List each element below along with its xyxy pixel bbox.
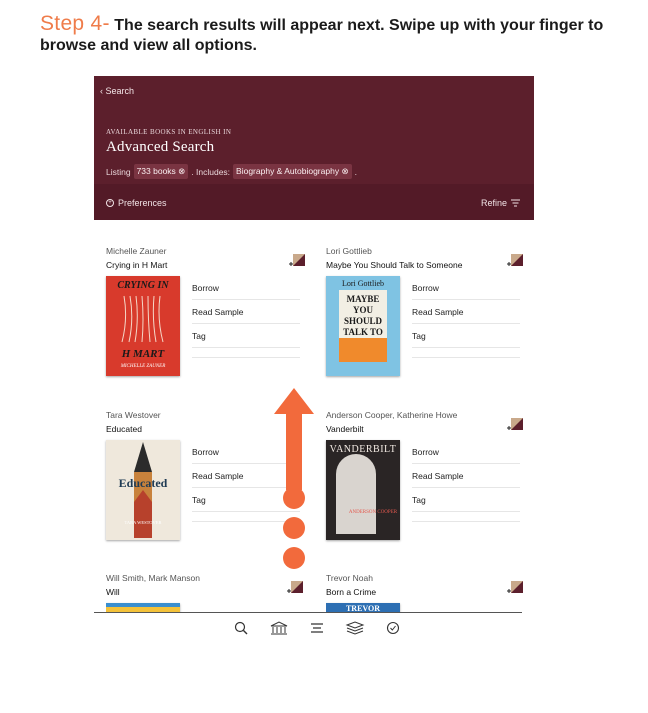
tab-search[interactable] [222, 618, 260, 638]
tag-button[interactable]: Tag [412, 324, 520, 348]
filter-icon [511, 199, 520, 207]
tab-library[interactable] [260, 618, 298, 638]
tab-shelf[interactable] [336, 618, 374, 638]
cover-art [121, 295, 164, 343]
back-button[interactable]: ‹ Search [100, 86, 134, 96]
tab-activity[interactable] [374, 618, 412, 638]
step-text: The search results will appear next. Swi… [40, 17, 604, 54]
book-title: Will [106, 587, 120, 597]
add-tag-icon[interactable] [288, 254, 306, 268]
divider [412, 348, 520, 358]
book-title: Born a Crime [326, 587, 377, 597]
cover-art-orange [339, 338, 387, 362]
tabbar-divider [94, 612, 522, 613]
add-tag-icon[interactable] [506, 254, 524, 268]
tag-button[interactable]: Tag [412, 488, 520, 512]
tag-button[interactable]: Tag [192, 324, 300, 348]
refine-button[interactable]: Refine [481, 198, 520, 208]
bottom-tab-bar [222, 618, 412, 638]
plus-circle-icon: + [106, 199, 114, 207]
shelf-icon [345, 621, 365, 635]
listing-line: Listing 733 books ⊗ . Includes: Biograph… [106, 164, 357, 179]
cover-title: Educated [118, 476, 168, 490]
divider [192, 348, 300, 358]
tab-menu[interactable] [298, 618, 336, 638]
count-chip[interactable]: 733 books ⊗ [133, 164, 189, 179]
library-icon [270, 621, 288, 635]
cover-art [106, 603, 180, 607]
book-cover[interactable]: Lori Gottlieb MAYBE YOU SHOULD TALK TO S… [326, 276, 400, 376]
book-card[interactable]: Trevor Noah Born a Crime TREVOR [326, 573, 526, 613]
add-tag-icon[interactable] [506, 581, 524, 595]
book-title: Crying in H Mart [106, 260, 168, 270]
header-subtitle: AVAILABLE BOOKS IN ENGLISH IN [106, 128, 232, 136]
book-author: Will Smith, Mark Manson [106, 573, 200, 583]
book-author: Michelle Zauner [106, 246, 167, 256]
cover-author: MICHELLE ZAUNER [120, 364, 166, 369]
book-cover[interactable]: Educated TARA WESTOVER [106, 440, 180, 540]
cover-author: Lori Gottlieb [342, 279, 384, 288]
cover-author: TARA WESTOVER [124, 520, 162, 525]
book-author: Anderson Cooper, Katherine Howe [326, 410, 458, 420]
book-cover[interactable]: CRYING IN H MART MICHELLE ZAUNER [106, 276, 180, 376]
includes-label: . Includes: [191, 166, 231, 177]
book-card[interactable]: Lori Gottlieb Maybe You Should Talk to S… [326, 246, 526, 396]
page-title: Advanced Search [106, 139, 215, 155]
subject-chip[interactable]: Biography & Autobiography ⊗ [233, 164, 352, 179]
divider [412, 512, 520, 522]
cover-author: ANDERSON COOPER [348, 510, 398, 515]
book-title: Educated [106, 424, 142, 434]
read-sample-button[interactable]: Read Sample [412, 464, 520, 488]
book-title: Maybe You Should Talk to Someone [326, 260, 463, 270]
borrow-button[interactable]: Borrow [192, 276, 300, 300]
activity-icon [386, 621, 400, 635]
swipe-up-arrow-icon [274, 388, 314, 569]
preferences-button[interactable]: + Preferences [106, 198, 167, 208]
book-author: Tara Westover [106, 410, 161, 420]
cover-title-2: H MART [121, 348, 165, 360]
listing-prefix: Listing [106, 166, 131, 177]
book-author: Lori Gottlieb [326, 246, 372, 256]
book-card[interactable]: Michelle Zauner Crying in H Mart CRYING … [106, 246, 306, 396]
book-card[interactable]: Anderson Cooper, Katherine Howe Vanderbi… [326, 410, 526, 560]
menu-icon [311, 623, 323, 633]
search-header: ‹ Search AVAILABLE BOOKS IN ENGLISH IN A… [94, 76, 534, 220]
book-actions: Borrow Read Sample Tag [412, 276, 520, 358]
read-sample-button[interactable]: Read Sample [192, 300, 300, 324]
preferences-label: Preferences [118, 198, 167, 208]
step-label: Step 4- [40, 12, 110, 35]
book-cover[interactable]: VANDERBILT ANDERSON COOPER [326, 440, 400, 540]
add-tag-icon[interactable] [506, 418, 524, 432]
book-card[interactable]: Will Smith, Mark Manson Will [106, 573, 306, 613]
cover-title: CRYING IN [117, 280, 169, 291]
count-label: 733 books [136, 166, 176, 176]
back-label: Search [105, 86, 135, 96]
search-icon [234, 621, 248, 635]
borrow-button[interactable]: Borrow [412, 276, 520, 300]
book-actions: Borrow Read Sample Tag [412, 440, 520, 522]
read-sample-button[interactable]: Read Sample [412, 300, 520, 324]
book-actions: Borrow Read Sample Tag [192, 276, 300, 358]
cover-title: VANDERBILT [329, 444, 397, 455]
refine-label: Refine [480, 198, 507, 208]
book-author: Trevor Noah [326, 573, 373, 583]
book-title: Vanderbilt [326, 424, 364, 434]
subject-label: Biography & Autobiography [236, 166, 340, 176]
cover-art [336, 454, 376, 534]
step-heading: Step 4- The search results will appear n… [40, 12, 640, 56]
borrow-button[interactable]: Borrow [412, 440, 520, 464]
add-tag-icon[interactable] [286, 581, 304, 595]
